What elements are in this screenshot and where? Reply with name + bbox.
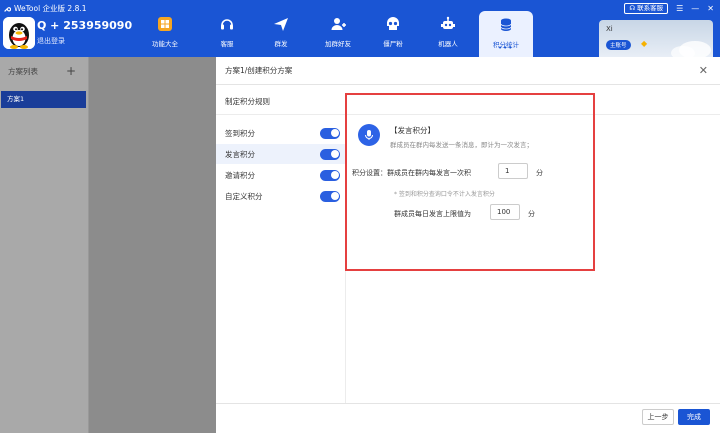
- nav-customer-service[interactable]: 客服: [203, 14, 251, 57]
- logout-link[interactable]: 退出登录: [37, 36, 65, 46]
- rules-section-title: 制定积分规则: [225, 97, 270, 106]
- database-icon: [500, 18, 512, 31]
- create-points-scheme-dialog: 方案1/创建积分方案 ✕ 制定积分规则 签到积分 发言积分 邀请积分 自定义积分…: [216, 57, 720, 433]
- contact-support-button[interactable]: ☊ 联系客服: [624, 3, 669, 14]
- contact-support-label: 联系客服: [637, 4, 664, 12]
- done-button[interactable]: 完成: [678, 409, 710, 425]
- grid-icon: [158, 17, 172, 31]
- headset-icon: [221, 19, 233, 30]
- nav-points-stats[interactable]: 积分统计 •••: [479, 11, 533, 57]
- dialog-header: 方案1/创建积分方案 ✕: [216, 57, 720, 85]
- rule-toggle[interactable]: [320, 148, 340, 160]
- rule-item-invite[interactable]: 邀请积分: [216, 165, 345, 185]
- scheme-list-item[interactable]: 方案1: [1, 91, 86, 108]
- rule-item-speaking[interactable]: 发言积分: [216, 144, 345, 164]
- robot-icon: [441, 16, 455, 29]
- skull-icon: [387, 17, 399, 30]
- modal-overlay: [89, 57, 216, 433]
- minimize-icon[interactable]: —: [691, 4, 699, 13]
- nav-label: 机器人: [438, 40, 458, 48]
- nav-add-group-friends[interactable]: 加群好友: [314, 14, 362, 57]
- nav-broadcast[interactable]: 群发: [257, 14, 305, 57]
- account-name: Q + 253959090: [37, 19, 133, 32]
- nav-label: 加群好友: [325, 40, 351, 48]
- close-window-icon[interactable]: ✕: [707, 4, 714, 13]
- dialog-breadcrumb: 方案1/创建积分方案: [225, 66, 293, 75]
- scheme-list-title: 方案列表: [8, 66, 38, 76]
- scheme-list-header: 方案列表 +: [0, 57, 88, 85]
- nav-feature-all[interactable]: 功能大全: [141, 14, 189, 57]
- send-icon: [274, 18, 288, 31]
- window-controls: ☊ 联系客服 ☰ — ✕: [624, 3, 714, 14]
- add-scheme-button[interactable]: +: [66, 65, 76, 77]
- diamond-icon: ◆: [641, 39, 648, 48]
- hamburger-menu-icon[interactable]: ☰: [676, 4, 683, 13]
- rule-toggle[interactable]: [320, 127, 340, 139]
- qq-penguin-icon: [3, 17, 35, 49]
- wrench-logo-icon: [4, 6, 11, 12]
- nav-zombie-fans[interactable]: 僵尸粉: [369, 14, 417, 57]
- nav-robot[interactable]: 机器人: [424, 14, 472, 57]
- app-title: WeTool 企业版 2.8.1: [14, 4, 87, 13]
- highlight-frame: [345, 93, 595, 271]
- top-bar: WeTool 企业版 2.8.1 Q + 253959090 退出登录 功能大全…: [0, 0, 720, 57]
- rule-label: 签到积分: [225, 128, 255, 138]
- nav-label: 功能大全: [152, 40, 178, 48]
- previous-step-button[interactable]: 上一步: [642, 409, 674, 425]
- account-card[interactable]: Xi 主账号 ◆: [599, 20, 713, 57]
- cloud-decoration-icon: [671, 41, 711, 57]
- rule-item-checkin[interactable]: 签到积分: [216, 123, 345, 143]
- nav-label: 群发: [274, 40, 288, 48]
- rule-label: 邀请积分: [225, 170, 255, 180]
- headset-small-icon: ☊: [629, 4, 636, 12]
- avatar[interactable]: [3, 17, 35, 49]
- app-title-bar: WeTool 企业版 2.8.1: [3, 3, 87, 14]
- rule-label: 发言积分: [225, 149, 255, 159]
- rule-toggle[interactable]: [320, 169, 340, 181]
- account-card-title: Xi: [606, 25, 613, 33]
- account-badge: 主账号: [606, 40, 631, 50]
- close-icon[interactable]: ✕: [699, 64, 708, 77]
- scheme-list-panel: 方案列表 + 方案1: [0, 57, 89, 433]
- add-user-icon: [331, 18, 346, 30]
- rule-label: 自定义积分: [225, 191, 263, 201]
- rule-item-custom[interactable]: 自定义积分: [216, 186, 345, 206]
- nav-label: 僵尸粉: [383, 40, 403, 48]
- rule-toggle[interactable]: [320, 190, 340, 202]
- nav-label: 客服: [220, 40, 234, 48]
- divider: [216, 403, 720, 404]
- more-dots: •••: [498, 44, 514, 52]
